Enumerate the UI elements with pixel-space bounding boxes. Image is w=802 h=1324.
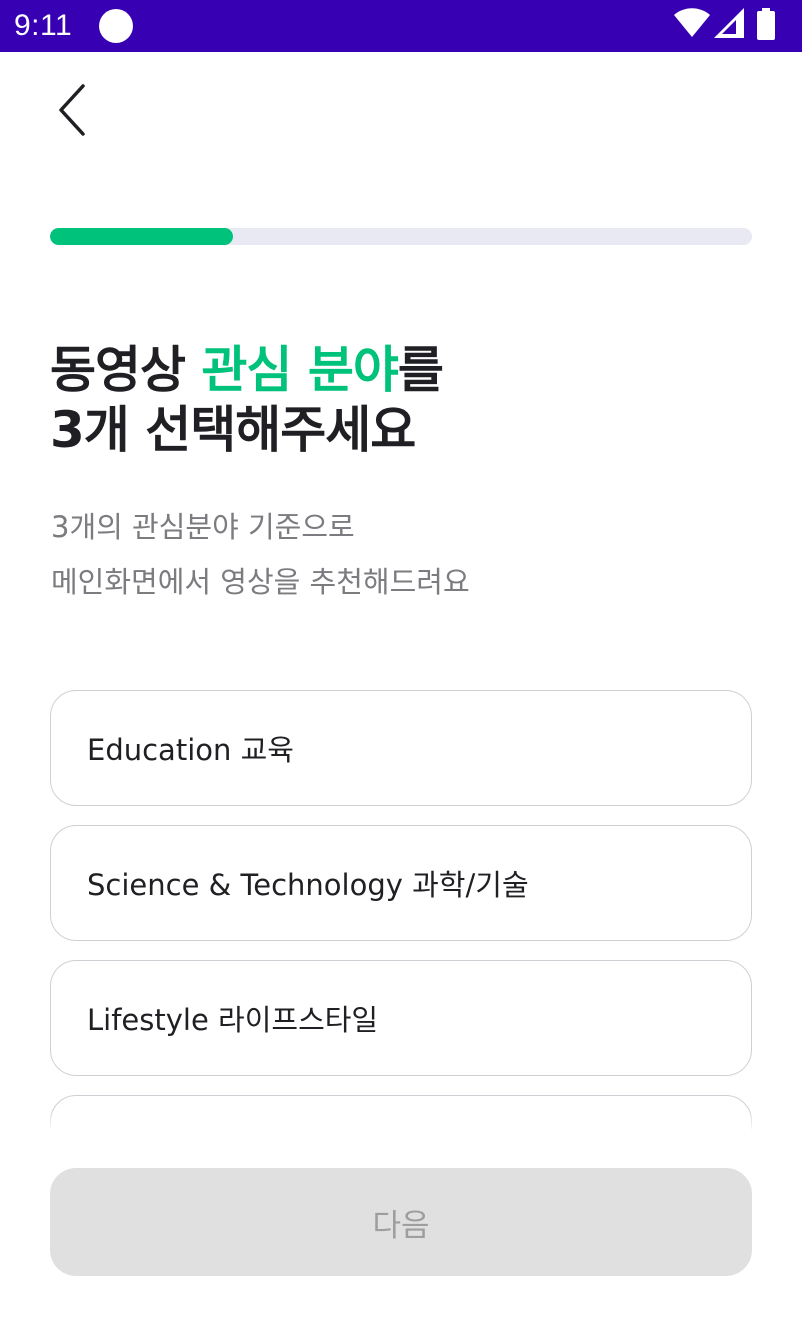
title-part-2: 를 (397, 341, 444, 399)
interest-option-list[interactable]: Education 교육 Science & Technology 과학/기술 … (50, 690, 752, 1130)
wifi-icon (674, 8, 710, 37)
title-accent: 관심 분야 (201, 341, 398, 399)
list-fade (50, 1110, 752, 1132)
option-lifestyle[interactable]: Lifestyle 라이프스타일 (50, 960, 752, 1076)
progress-fill (50, 228, 233, 245)
page-title: 동영상 관심 분야를 3개 선택해주세요 (50, 340, 750, 460)
subtitle-line-2: 메인화면에서 영상을 추천해드려요 (51, 565, 470, 599)
chevron-left-icon (59, 84, 85, 136)
status-time: 9:11 (14, 9, 73, 42)
battery-icon (757, 8, 775, 40)
back-button[interactable] (44, 78, 100, 142)
subtitle-line-1: 3개의 관심분야 기준으로 (51, 510, 355, 544)
progress-bar (50, 228, 752, 245)
subtitle: 3개의 관심분야 기준으로 메인화면에서 영상을 추천해드려요 (51, 500, 751, 610)
status-bar: 9:11 (0, 0, 802, 52)
next-button[interactable]: 다음 (50, 1168, 752, 1276)
title-line-2: 3개 선택해주세요 (50, 401, 416, 459)
circle-icon (99, 9, 133, 43)
option-education[interactable]: Education 교육 (50, 690, 752, 806)
option-science-technology[interactable]: Science & Technology 과학/기술 (50, 825, 752, 941)
title-part-1: 동영상 (50, 341, 202, 399)
signal-icon (714, 8, 744, 38)
status-icons (670, 8, 790, 42)
